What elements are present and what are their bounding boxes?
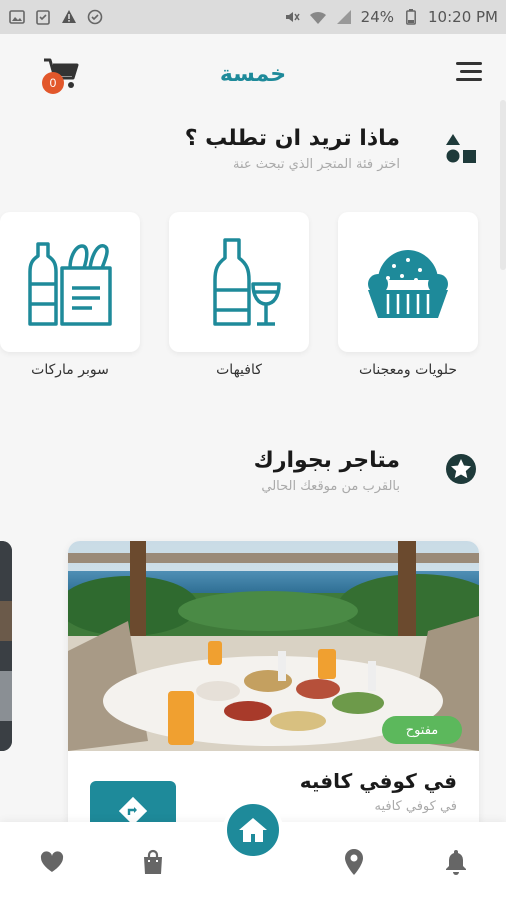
categories-subtitle: اختر فئة المتجر الذي تبحث عنة [232,157,400,172]
directions-icon [119,797,147,825]
battery-icon [402,8,420,26]
orders-tab[interactable] [139,848,167,876]
location-tab[interactable] [340,848,368,876]
home-icon [239,818,267,842]
category-label-supermarkets: سوبر ماركات [31,362,109,378]
battery-percent: 24% [360,8,395,26]
signal-icon [335,8,353,26]
bag-icon [144,849,162,874]
store-card[interactable]: مفتوح في كوفي كافيه في كوفي كافيه [68,541,479,841]
status-bar: 24% 10:20 PM [0,0,506,34]
nearby-subtitle: بالقرب من موقعك الحالي [261,479,400,494]
category-label-cafes: كافيهات [216,362,262,378]
mute-icon [283,8,301,26]
grocery-icon [28,242,112,326]
app-bar: 0 خمسة [0,34,506,116]
categories-heading: ماذا تريد ان تطلب ؟ اختر فئة المتجر الذي… [185,126,400,172]
notifications-tab[interactable] [442,848,470,876]
heart-icon [40,851,64,872]
store-subtitle: في كوفي كافيه [374,799,457,814]
home-tab[interactable] [223,800,283,860]
category-label-pastry: حلويات ومعجنات [358,362,458,378]
warning-icon [60,8,78,26]
check-circle-icon [86,8,104,26]
favorites-tab[interactable] [38,848,66,876]
store-card-peek[interactable] [0,541,12,751]
drinks-icon [213,238,281,326]
brand-title: خمسة [219,62,287,87]
menu-button[interactable] [452,62,482,86]
open-status-badge: مفتوح [382,716,462,744]
category-card-cafes[interactable] [169,212,309,352]
bell-icon [446,850,466,875]
shapes-icon [444,132,478,166]
nearby-heading: متاجر بجوارك بالقرب من موقعك الحالي [254,448,400,494]
category-card-supermarkets[interactable] [0,212,140,352]
categories-title: ماذا تريد ان تطلب ؟ [184,126,400,151]
clock: 10:20 PM [428,8,498,26]
clipboard-notification-icon [34,8,52,26]
wifi-icon [309,8,327,26]
store-name: في كوفي كافيه [299,769,457,793]
location-icon [345,849,363,875]
star-icon [444,452,478,486]
nearby-title: متاجر بجوارك [253,448,400,473]
category-card-pastry[interactable] [338,212,478,352]
image-notification-icon [8,8,26,26]
scroll-indicator[interactable] [500,100,506,270]
pastry-icon [368,250,448,318]
bottom-nav [0,800,506,900]
